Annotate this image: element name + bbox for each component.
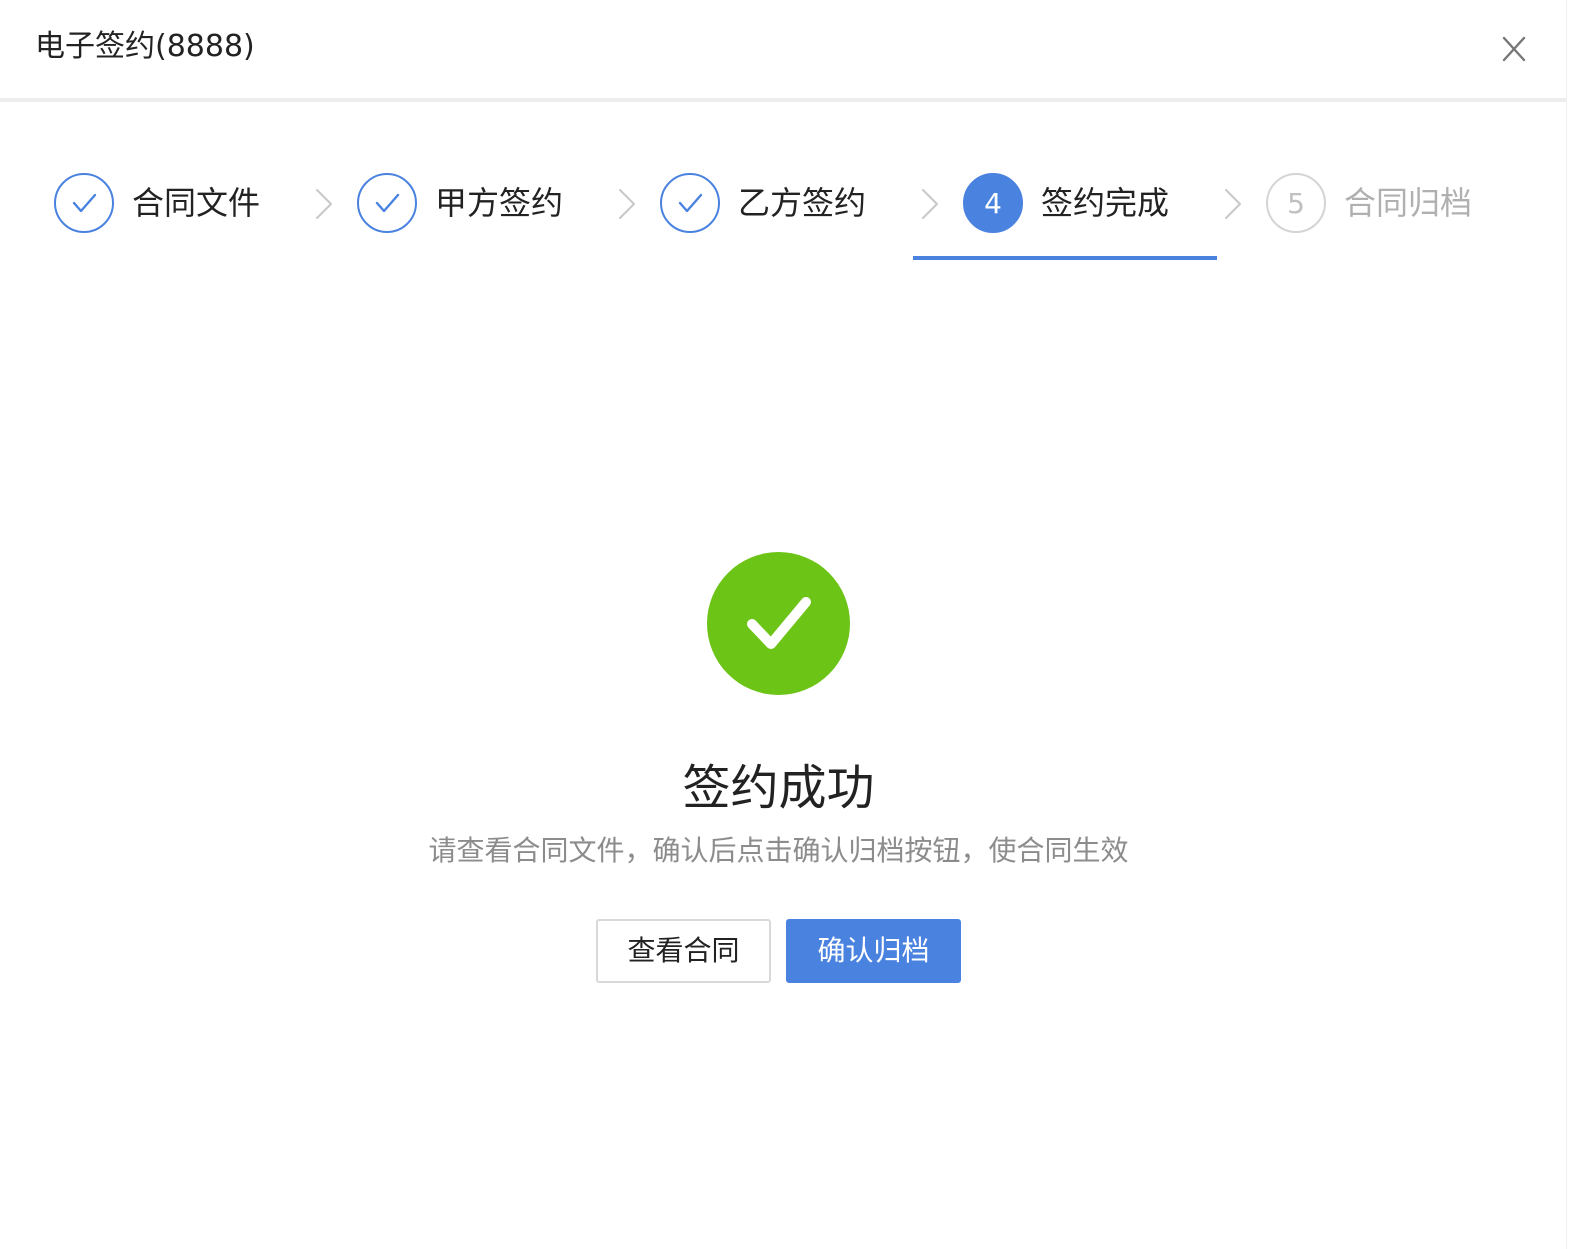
chevron-right-icon bbox=[1225, 189, 1241, 219]
check-icon bbox=[72, 193, 97, 213]
step-number-badge: 4 bbox=[963, 173, 1023, 233]
check-icon bbox=[375, 193, 400, 213]
view-contract-button[interactable]: 查看合同 bbox=[596, 919, 771, 983]
dialog-edge bbox=[1566, 0, 1587, 1249]
result-title: 签约成功 bbox=[682, 760, 875, 816]
dialog-header: 电子签约(8888) bbox=[0, 0, 1567, 102]
check-mark-icon bbox=[746, 596, 811, 649]
steps-bar: 合同文件 甲方签约 乙方签约 4 签约完成 5 合同归档 bbox=[0, 170, 1567, 260]
close-button[interactable] bbox=[1494, 30, 1534, 70]
chevron-right-icon bbox=[922, 189, 938, 219]
step-circle-done bbox=[357, 173, 417, 233]
step-label: 乙方签约 bbox=[738, 184, 867, 222]
result-description: 请查看合同文件，确认后点击确认归档按钮，使合同生效 bbox=[428, 834, 1129, 867]
step-circle-done bbox=[660, 173, 720, 233]
check-icon bbox=[678, 193, 703, 213]
step-label: 合同文件 bbox=[132, 184, 261, 222]
active-step-indicator bbox=[913, 256, 1217, 260]
step-circle-done bbox=[54, 173, 114, 233]
step-label: 合同归档 bbox=[1344, 184, 1473, 222]
close-icon bbox=[1502, 36, 1526, 62]
success-check-icon bbox=[707, 552, 850, 695]
dialog-title: 电子签约(8888) bbox=[35, 29, 255, 64]
confirm-archive-button[interactable]: 确认归档 bbox=[786, 919, 961, 983]
chevron-right-icon bbox=[316, 189, 332, 219]
e-sign-dialog: 电子签约(8888) 合同文件 甲方签约 乙方签约 4 签约完成 5 合同归档 … bbox=[0, 0, 1587, 1249]
step-number-badge: 5 bbox=[1266, 173, 1326, 233]
step-label: 签约完成 bbox=[1041, 184, 1170, 222]
chevron-right-icon bbox=[619, 189, 635, 219]
step-label: 甲方签约 bbox=[435, 184, 564, 222]
